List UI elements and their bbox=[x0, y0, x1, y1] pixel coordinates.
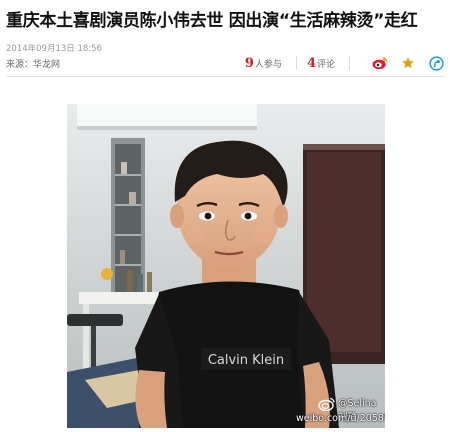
weibo-icon[interactable] bbox=[372, 55, 388, 71]
tencent-weibo-icon[interactable] bbox=[428, 55, 444, 71]
comments-label: 评论 bbox=[316, 59, 335, 70]
weibo-watermark-icon bbox=[318, 397, 336, 411]
star-icon[interactable] bbox=[400, 55, 416, 71]
shirt-brand-text: Calvin Klein bbox=[208, 353, 284, 368]
participants-count: 9 bbox=[244, 55, 254, 71]
stats-bar: 9 人参与 4 评论 bbox=[245, 55, 444, 71]
meta-row: 来源：华龙网 9 人参与 4 评论 bbox=[6, 55, 444, 71]
participants-label: 人参与 bbox=[254, 59, 282, 70]
participants-stat[interactable]: 9 人参与 bbox=[245, 56, 282, 71]
article-title: 重庆本土喜剧演员陈小伟去世 因出演“生活麻辣烫”走红 bbox=[6, 11, 418, 31]
stat-separator bbox=[295, 56, 297, 70]
comments-stat[interactable]: 4 评论 bbox=[307, 56, 335, 71]
publish-time: 2014年09月13日 18:56 bbox=[6, 44, 102, 54]
watermark-url: weibo.com/u/2058587541 bbox=[296, 413, 385, 424]
article-source[interactable]: 来源：华龙网 bbox=[6, 57, 60, 70]
stat-separator bbox=[349, 56, 350, 70]
article-photo: Calvin Klein @Selina刘静 weibo.com/u/20585… bbox=[67, 104, 385, 428]
comments-count: 4 bbox=[306, 55, 316, 71]
header-divider bbox=[6, 76, 444, 77]
